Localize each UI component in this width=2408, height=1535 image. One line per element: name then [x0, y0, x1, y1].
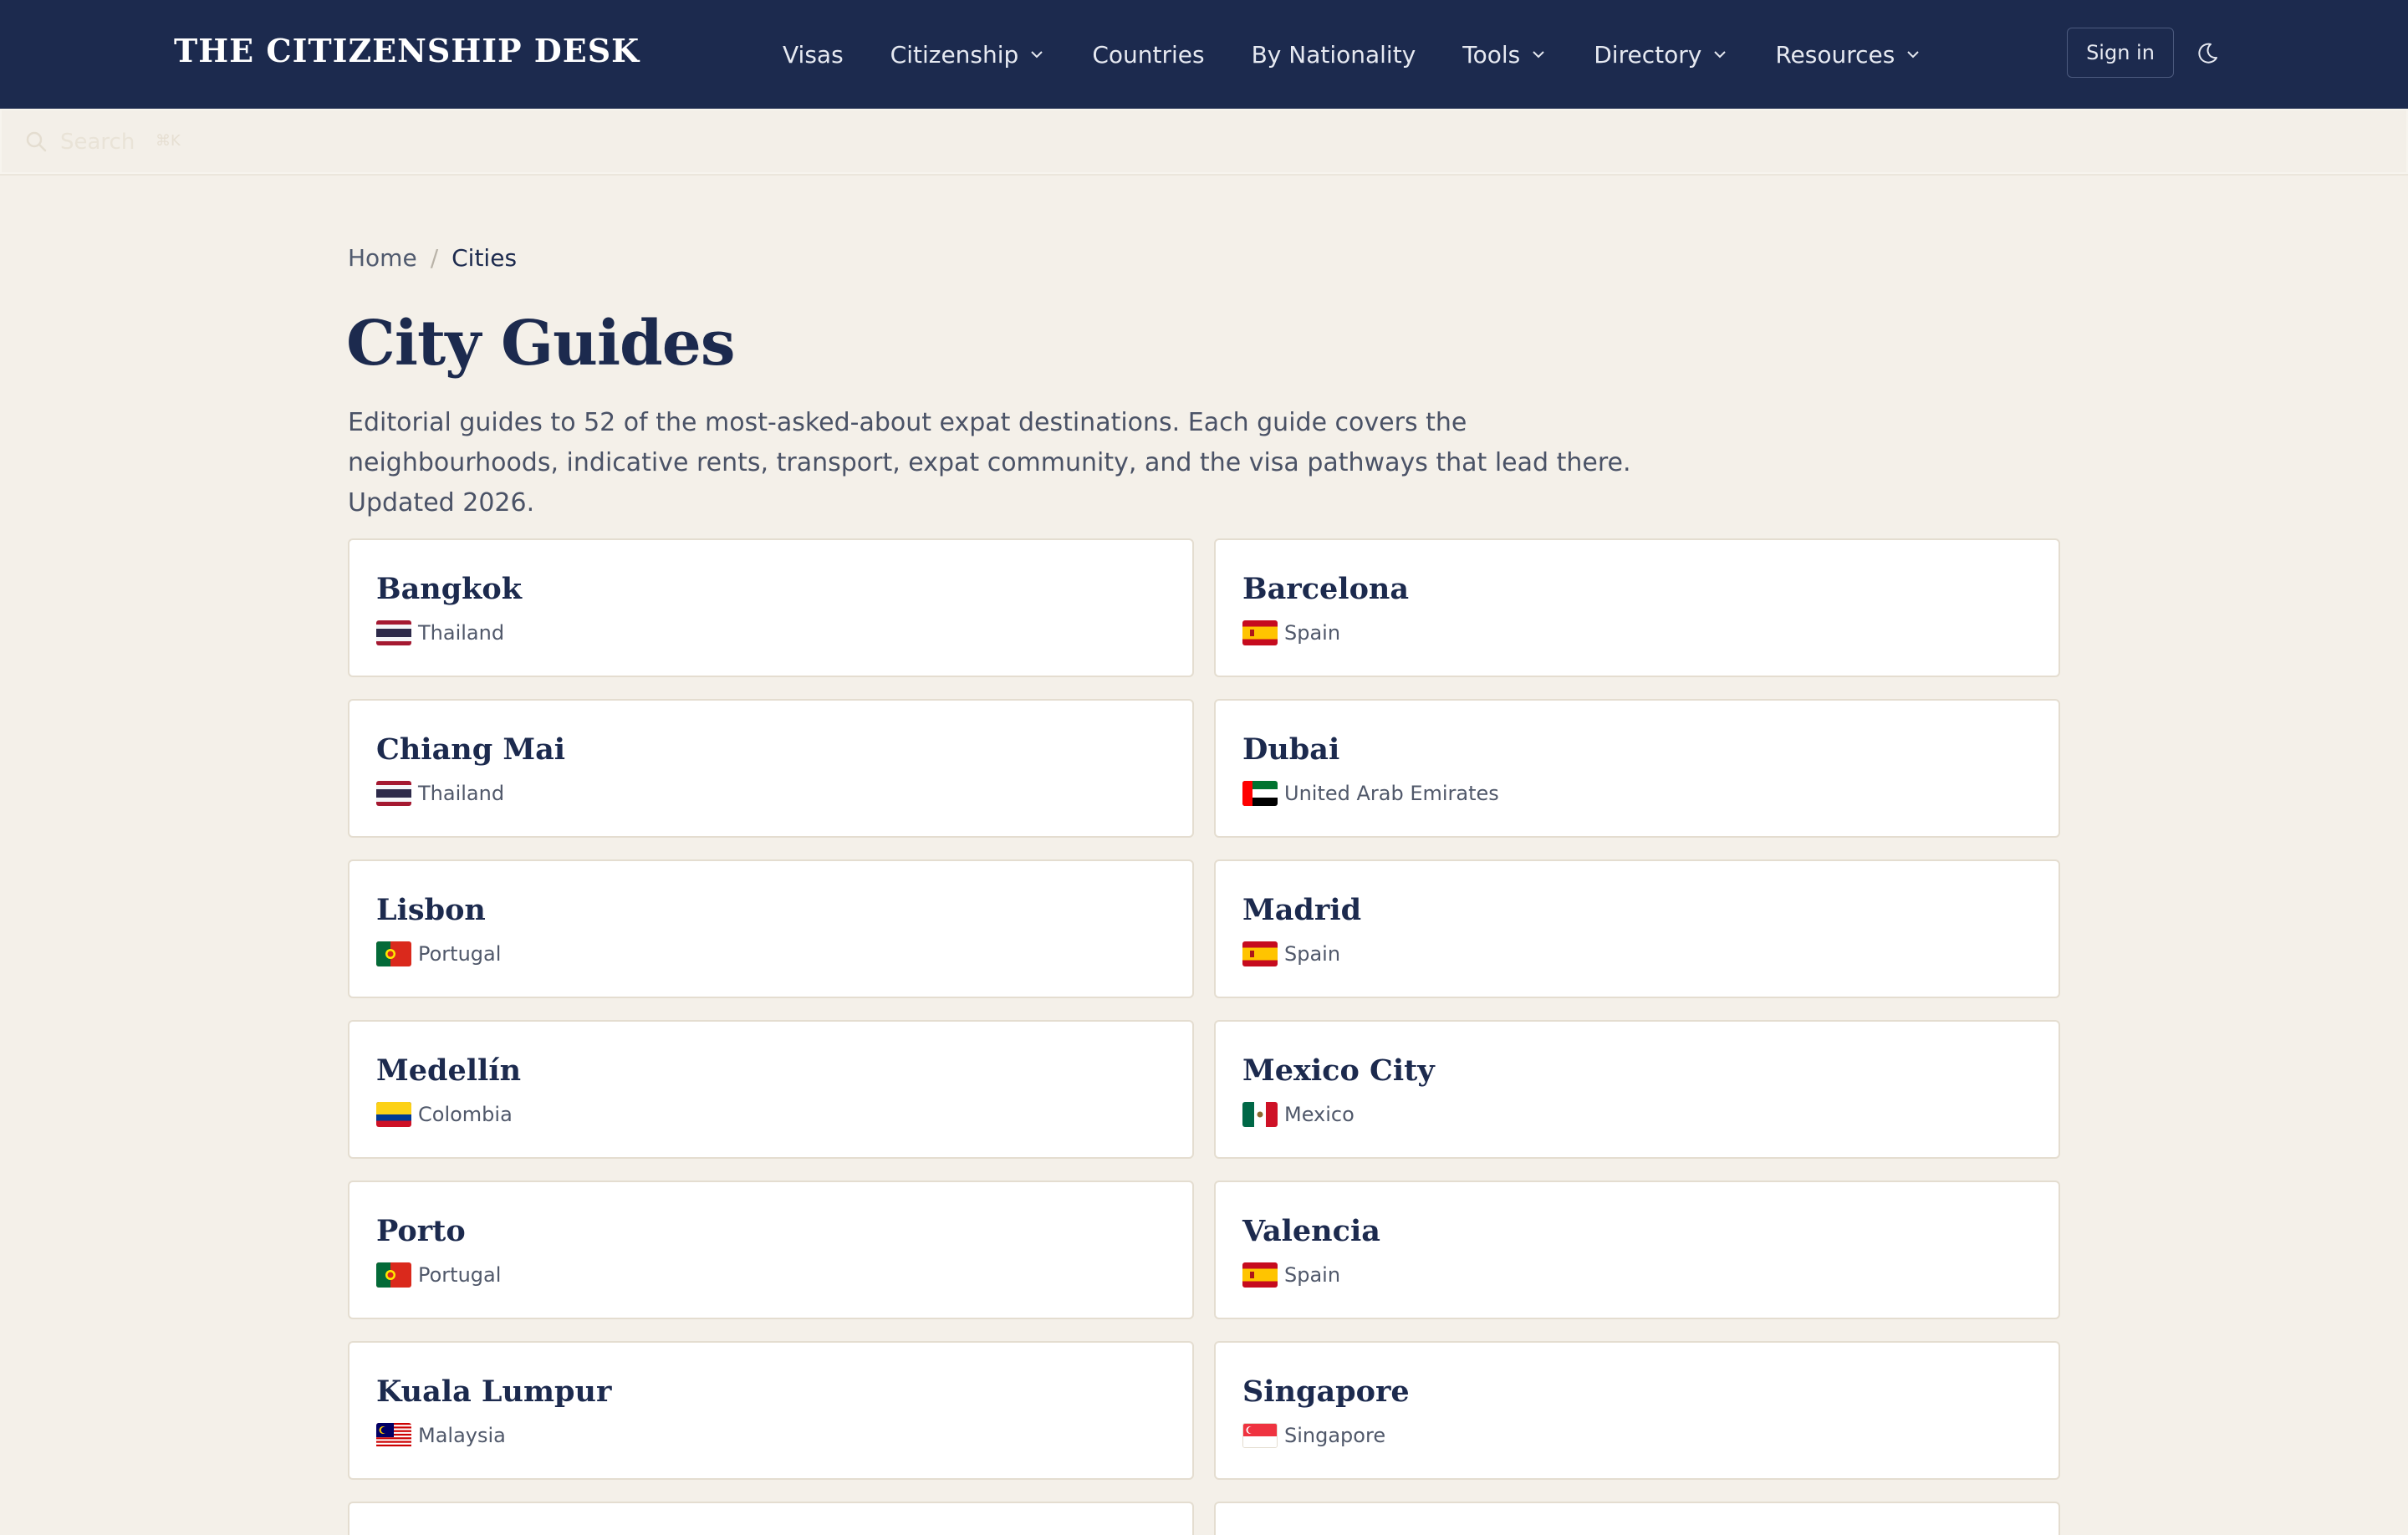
nav-label: Countries [1092, 40, 1205, 69]
country-name: Thailand [418, 621, 505, 645]
city-name: Singapore [1242, 1374, 1410, 1409]
city-card-dubai[interactable]: Dubai United Arab Emirates [1214, 699, 2060, 838]
top-navigation-bar: THE CITIZENSHIP DESK Visas Citizenship C… [0, 0, 2408, 109]
country-name: United Arab Emirates [1284, 782, 1499, 805]
city-name: Madrid [1242, 893, 1362, 927]
city-name: Porto [376, 1214, 466, 1248]
nav-item-countries[interactable]: Countries [1092, 41, 1204, 69]
nav-label: Directory [1594, 40, 1702, 69]
city-name: Medellín [376, 1053, 522, 1088]
chevron-down-icon [1533, 51, 1544, 59]
country-name: Portugal [418, 1263, 502, 1287]
nav-item-directory[interactable]: Directory [1594, 41, 1728, 69]
nav-label: By Nationality [1251, 40, 1416, 69]
city-card-lisbon[interactable]: Lisbon Portugal [348, 859, 1194, 998]
country-name: Malaysia [418, 1424, 506, 1447]
city-name: Valencia [1242, 1214, 1380, 1248]
city-card-medellin[interactable]: Medellín Colombia [348, 1020, 1194, 1159]
singapore-flag-icon [1242, 1423, 1278, 1448]
nav-label: Tools [1462, 40, 1521, 69]
country-name: Spain [1284, 1263, 1341, 1287]
breadcrumb-home-link[interactable]: Home [348, 244, 417, 272]
page-intro: Editorial guides to 52 of the most-asked… [348, 408, 1631, 518]
nav-label: Resources [1775, 40, 1895, 69]
chevron-down-icon [1714, 51, 1727, 59]
city-card-porto[interactable]: Porto Portugal [348, 1181, 1194, 1319]
uae-flag-icon [1242, 781, 1278, 806]
country-name: Mexico [1284, 1103, 1354, 1126]
city-name: Mexico City [1242, 1053, 1435, 1088]
search-icon [26, 131, 47, 152]
breadcrumb-current: Cities [452, 244, 518, 272]
chevron-down-icon [1907, 51, 1920, 59]
search-input[interactable] [60, 122, 562, 162]
city-name: Kuala Lumpur [376, 1374, 612, 1409]
city-card-bangkok[interactable]: Bangkok Thailand [348, 538, 1194, 677]
moon-icon[interactable] [2194, 40, 2221, 67]
portugal-flag-icon [376, 941, 411, 966]
mexico-flag-icon [1242, 1102, 1278, 1127]
city-card-valencia[interactable]: Valencia Spain [1214, 1181, 2060, 1319]
breadcrumb: Home / Cities [348, 244, 517, 272]
city-name: Barcelona [1242, 572, 1410, 606]
nav-item-citizenship[interactable]: Citizenship [890, 41, 1046, 69]
chevron-down-icon [1031, 51, 1043, 59]
city-card-mexico-city[interactable]: Mexico City Mexico [1214, 1020, 2060, 1159]
breadcrumb-separator: / [430, 244, 439, 272]
city-name: Lisbon [376, 893, 486, 927]
spain-flag-icon [1242, 941, 1278, 966]
nav-item-tools[interactable]: Tools [1462, 41, 1547, 69]
spain-flag-icon [1242, 1262, 1278, 1288]
city-card-madrid[interactable]: Madrid Spain [1214, 859, 2060, 998]
city-name: Dubai [1242, 732, 1340, 767]
city-card-partial[interactable] [348, 1502, 1194, 1535]
nav-item-visas[interactable]: Visas [783, 41, 844, 69]
sign-in-button[interactable]: Sign in [2067, 28, 2174, 78]
country-name: Colombia [418, 1103, 513, 1126]
country-name: Spain [1284, 942, 1341, 966]
city-name: Bangkok [376, 572, 523, 606]
search-bar: ⌘K [0, 109, 2408, 176]
spain-flag-icon [1242, 620, 1278, 645]
nav-label: Citizenship [890, 40, 1019, 69]
malaysia-flag-icon [376, 1423, 411, 1448]
colombia-flag-icon [376, 1102, 411, 1127]
site-brand-logo[interactable]: THE CITIZENSHIP DESK [174, 32, 640, 69]
city-card-partial[interactable] [1214, 1502, 2060, 1535]
page-title: City Guides [346, 308, 736, 380]
city-card-chiang-mai[interactable]: Chiang Mai Thailand [348, 699, 1194, 838]
country-name: Singapore [1284, 1424, 1386, 1447]
search-shortcut-hint: ⌘K [156, 132, 181, 150]
city-grid: Bangkok Thailand Barcelona Spain Chiang … [348, 538, 2060, 1535]
portugal-flag-icon [376, 1262, 411, 1288]
country-name: Portugal [418, 942, 502, 966]
country-name: Thailand [418, 782, 505, 805]
thailand-flag-icon [376, 781, 411, 806]
main-nav: Visas Citizenship Countries By Nationali… [783, 0, 1921, 109]
city-card-barcelona[interactable]: Barcelona Spain [1214, 538, 2060, 677]
city-card-kuala-lumpur[interactable]: Kuala Lumpur Malaysia [348, 1341, 1194, 1480]
nav-item-by-nationality[interactable]: By Nationality [1252, 41, 1416, 69]
city-name: Chiang Mai [376, 732, 566, 767]
country-name: Spain [1284, 621, 1341, 645]
thailand-flag-icon [376, 620, 411, 645]
city-card-singapore[interactable]: Singapore Singapore [1214, 1341, 2060, 1480]
nav-item-resources[interactable]: Resources [1775, 41, 1921, 69]
nav-label: Visas [783, 40, 844, 69]
